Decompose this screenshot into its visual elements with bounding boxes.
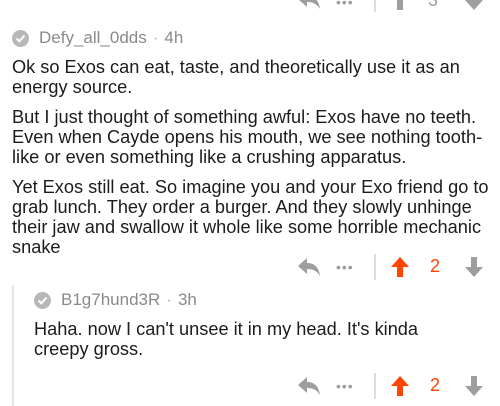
downvote-button[interactable] — [462, 374, 486, 398]
reply-button[interactable] — [294, 255, 324, 279]
reply-arrow-icon — [299, 0, 320, 9]
upvote-button[interactable] — [388, 374, 412, 398]
downvote-arrow-icon — [465, 257, 483, 277]
checkmark-icon — [34, 291, 51, 309]
reply-arrow-icon — [298, 258, 320, 276]
comment-age: 3h — [177, 290, 197, 309]
score-label: 2 — [430, 375, 441, 395]
upvote-arrow-icon — [391, 0, 409, 10]
thread-line[interactable] — [12, 285, 14, 406]
upvote-arrow-icon — [391, 257, 409, 277]
comment-author[interactable]: B1g7hund3R — [61, 290, 160, 310]
comment-meta: Defy_all_0dds · 4h — [12, 28, 183, 48]
reply-arrow-icon — [298, 377, 320, 395]
comment-paragraph: Haha. now I can't unsee it in my head. I… — [34, 319, 419, 359]
downvote-button[interactable] — [462, 255, 486, 279]
divider — [374, 373, 376, 399]
more-dots-icon[interactable]: ••• — [336, 378, 354, 394]
comment-paragraph: Ok so Exos can eat, taste, and theoretic… — [12, 57, 460, 97]
divider — [374, 0, 376, 12]
comment-author[interactable]: Defy_all_0dds — [39, 28, 147, 48]
divider — [374, 254, 376, 280]
comment-age: 4h — [164, 28, 184, 47]
downvote-arrow-icon — [465, 0, 483, 10]
score-label: 2 — [430, 256, 441, 276]
meta-separator: · — [166, 290, 172, 309]
reply-button[interactable] — [294, 0, 324, 12]
comment-body: Ok so Exos can eat, taste, and theoretic… — [12, 57, 494, 257]
more-dots-icon[interactable]: ••• — [336, 0, 354, 10]
comment-meta: B1g7hund3R · 3h — [34, 290, 197, 310]
downvote-arrow-icon — [465, 376, 483, 396]
more-dots-icon[interactable]: ••• — [336, 259, 354, 275]
upvote-arrow-icon — [391, 376, 409, 396]
meta-separator: · — [152, 28, 159, 47]
downvote-button[interactable] — [462, 0, 486, 12]
score-label: 3 — [428, 0, 439, 10]
comment-paragraph: But I just thought of something awful: E… — [12, 107, 483, 167]
comment-body: Haha. now I can't unsee it in my head. I… — [34, 319, 474, 359]
comment-paragraph: Yet Exos still eat. So imagine you and y… — [12, 177, 489, 257]
upvote-button[interactable] — [388, 0, 412, 12]
reply-button[interactable] — [294, 374, 324, 398]
upvote-button[interactable] — [388, 255, 412, 279]
checkmark-icon — [12, 29, 29, 47]
